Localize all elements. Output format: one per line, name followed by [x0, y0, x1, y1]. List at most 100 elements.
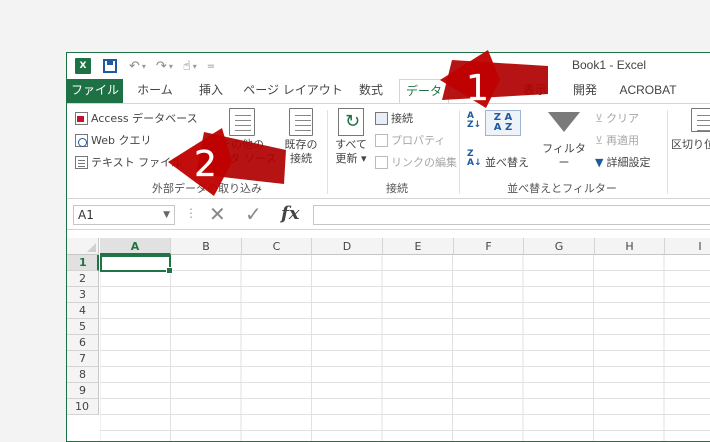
touch-mode-icon[interactable]: ☝	[183, 56, 191, 76]
formula-input[interactable]	[313, 205, 710, 225]
sort-dialog-icon[interactable]: Z AA Z	[485, 110, 521, 136]
name-box-dropdown-icon[interactable]: ▼	[163, 206, 170, 224]
properties-button[interactable]: プロパティ	[375, 132, 445, 148]
excel-window: X ↶ ▾ ↷ ▾ ☝ ▾ = Book1 - Excel ファイル ホーム 挿…	[66, 52, 710, 442]
group-label-connections: 接続	[386, 182, 408, 195]
web-label: Web クエリ	[91, 134, 152, 147]
edit-links-button[interactable]: リンクの編集	[375, 154, 457, 170]
other-sources-label-1: その他の	[220, 138, 264, 151]
group-separator	[327, 110, 328, 194]
other-sources-button[interactable]: その他の データ ソース	[207, 108, 277, 166]
tab-developer[interactable]: 開発	[563, 79, 607, 103]
save-icon[interactable]	[103, 56, 117, 76]
filter-button[interactable]: フィルター	[537, 108, 591, 170]
group-separator	[459, 110, 460, 194]
ribbon-tabs: ファイル ホーム 挿入 ページ レイアウト 数式 データ 表示 開発 ACROB…	[67, 79, 710, 104]
enter-icon[interactable]: ✓	[245, 202, 262, 226]
clear-filter-button[interactable]: ⊻ クリア	[595, 110, 639, 126]
tab-page-layout[interactable]: ページ レイアウト	[243, 79, 343, 103]
web-icon	[75, 133, 88, 147]
advanced-filter-label: 詳細設定	[606, 156, 651, 169]
name-box-value: A1	[78, 208, 94, 222]
access-icon	[75, 111, 88, 125]
existing-label-2: 接続	[290, 152, 312, 165]
tab-file[interactable]: ファイル	[67, 79, 123, 103]
advanced-filter-button[interactable]: ▼ 詳細設定	[595, 154, 650, 170]
sort-ascending-icon: A Z↓	[467, 111, 482, 130]
select-all-button[interactable]	[67, 238, 99, 255]
customize-qat-icon[interactable]: =	[207, 56, 215, 76]
refresh-label-1: すべて	[335, 138, 367, 151]
undo-icon[interactable]: ↶	[129, 56, 140, 76]
quick-access-toolbar: X ↶ ▾ ↷ ▾ ☝ ▾ =	[75, 56, 215, 76]
column-header-b[interactable]: B	[171, 238, 242, 255]
cell-area[interactable]	[100, 255, 710, 441]
tab-acrobat[interactable]: ACROBAT	[615, 79, 681, 103]
group-separator	[667, 110, 668, 194]
text-to-columns-button[interactable]: 区切り位置	[671, 108, 710, 152]
connections-icon	[375, 111, 388, 125]
advanced-filter-icon: ▼	[595, 155, 604, 169]
undo-dropdown-icon[interactable]: ▾	[142, 62, 146, 71]
column-header-e[interactable]: E	[383, 238, 454, 255]
sort-button[interactable]: 並べ替え	[485, 154, 529, 170]
tab-insert[interactable]: 挿入	[189, 79, 233, 103]
clear-filter-icon: ⊻	[595, 111, 604, 125]
sort-a-z-button[interactable]: A Z↓	[467, 112, 481, 130]
row-header-5[interactable]: 5	[67, 319, 99, 335]
refresh-label-2: 更新 ▾	[335, 152, 367, 165]
formula-bar: A1 ▼ ⋮ ✕ ✓ fx	[67, 200, 710, 230]
properties-icon	[375, 133, 388, 147]
tab-data[interactable]: データ	[399, 79, 449, 104]
name-box[interactable]: A1 ▼	[73, 205, 175, 225]
row-header-9[interactable]: 9	[67, 383, 99, 399]
column-header-i[interactable]: I	[665, 238, 710, 255]
row-header-4[interactable]: 4	[67, 303, 99, 319]
other-sources-label-2: データ ソース	[207, 152, 277, 165]
row-header-2[interactable]: 2	[67, 271, 99, 287]
text-file-button[interactable]: テキスト ファイル	[75, 154, 182, 170]
other-sources-icon	[229, 108, 255, 136]
reapply-button[interactable]: ⊻ 再適用	[595, 132, 639, 148]
sort-descending-icon: Z A↓	[467, 149, 482, 168]
access-database-button[interactable]: Access データベース	[75, 110, 198, 126]
refresh-icon	[338, 108, 364, 136]
row-header-1[interactable]: 1	[67, 255, 99, 271]
tab-home[interactable]: ホーム	[129, 79, 181, 103]
text-file-icon	[75, 155, 88, 169]
column-header-c[interactable]: C	[242, 238, 312, 255]
cancel-icon[interactable]: ✕	[209, 202, 226, 226]
insert-function-icon[interactable]: fx	[281, 202, 299, 226]
worksheet-grid[interactable]: A B C D E F G H I 1 2 3 4 5 6 7 8 9 10	[67, 230, 710, 441]
row-header-3[interactable]: 3	[67, 287, 99, 303]
redo-dropdown-icon[interactable]: ▾	[169, 62, 173, 71]
column-header-d[interactable]: D	[312, 238, 383, 255]
column-header-g[interactable]: G	[524, 238, 595, 255]
row-header-6[interactable]: 6	[67, 335, 99, 351]
sort-z-a-button[interactable]: Z A↓	[467, 150, 482, 168]
tab-formulas[interactable]: 数式	[349, 79, 393, 103]
web-query-button[interactable]: Web クエリ	[75, 132, 151, 148]
tab-view[interactable]: 表示	[513, 79, 557, 103]
filter-funnel-icon	[548, 112, 580, 132]
refresh-all-button[interactable]: すべて 更新 ▾	[331, 108, 371, 166]
connections-button[interactable]: 接続	[375, 110, 413, 126]
column-header-a[interactable]: A	[100, 238, 171, 255]
touch-dropdown-icon[interactable]: ▾	[193, 62, 197, 71]
edit-links-label: リンクの編集	[391, 156, 457, 169]
group-label-external-data: 外部データの取り込み	[152, 182, 262, 195]
title-bar: X ↶ ▾ ↷ ▾ ☝ ▾ = Book1 - Excel	[67, 53, 710, 79]
edit-links-icon	[375, 155, 388, 169]
formula-bar-grip-icon[interactable]: ⋮	[185, 206, 197, 220]
column-header-h[interactable]: H	[595, 238, 665, 255]
ribbon: Access データベース Web クエリ テキスト ファイル その他の データ…	[67, 103, 710, 199]
filter-label: フィルター	[542, 142, 586, 169]
row-header-8[interactable]: 8	[67, 367, 99, 383]
redo-icon[interactable]: ↷	[156, 56, 167, 76]
row-header-7[interactable]: 7	[67, 351, 99, 367]
text-to-columns-label: 区切り位置	[671, 138, 710, 151]
row-header-10[interactable]: 10	[67, 399, 99, 415]
column-header-f[interactable]: F	[454, 238, 524, 255]
active-cell-a1[interactable]	[100, 255, 173, 274]
existing-connections-button[interactable]: 既存の 接続	[279, 108, 323, 166]
